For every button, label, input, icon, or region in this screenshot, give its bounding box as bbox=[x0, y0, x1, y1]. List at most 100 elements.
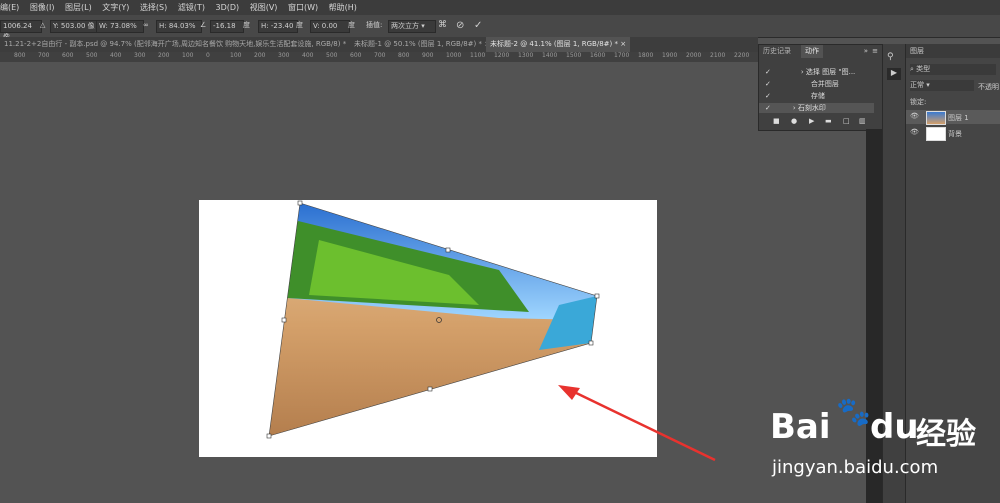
vskew-unit: 度 bbox=[348, 21, 355, 29]
ruler-label: 500 bbox=[326, 52, 338, 59]
h-skew-field[interactable]: H: -23.40 bbox=[258, 20, 298, 33]
ruler-label: 800 bbox=[398, 52, 410, 59]
ruler-label: 1400 bbox=[542, 52, 558, 59]
actions-panel: 历史记录 动作 » ≡ ✓ › 选择 图层 "图... ✓ 合并图层 ✓ 存储 ✓ › … bbox=[758, 44, 883, 131]
ruler-label: 1500 bbox=[566, 52, 582, 59]
ruler-label: 200 bbox=[158, 52, 170, 59]
tab-layers[interactable]: 图层 bbox=[906, 44, 1000, 58]
menu-window[interactable]: 窗口(W) bbox=[288, 3, 318, 12]
ruler-label: 100 bbox=[230, 52, 242, 59]
menu-edit[interactable]: 编(E) bbox=[0, 3, 19, 12]
ruler-label: 2100 bbox=[710, 52, 726, 59]
play-icon[interactable]: ▶ bbox=[809, 117, 814, 125]
ruler-label: 0 bbox=[206, 52, 210, 59]
interp-label: 插值: bbox=[366, 21, 383, 29]
lock-label: 锁定: bbox=[910, 98, 927, 106]
document-tabs: 11.21-2+2自由行 - 副本.psd @ 94.7% (配邻海开广场,周边… bbox=[0, 37, 758, 52]
search-icon: ⌕ bbox=[910, 65, 914, 73]
ruler-label: 500 bbox=[86, 52, 98, 59]
tab-actions[interactable]: 动作 bbox=[801, 45, 823, 58]
angle-unit: 度 bbox=[243, 21, 250, 29]
action-row[interactable]: ✓ › 石刻水印 bbox=[759, 103, 874, 113]
action-row[interactable]: ✓ › 选择 图层 "图... bbox=[759, 67, 874, 77]
action-row[interactable]: ✓ 存储 bbox=[759, 91, 874, 101]
actions-toolbar: ■ ● ▶ ▬ □ ▥ bbox=[759, 117, 882, 129]
layer-thumbnail bbox=[926, 111, 946, 125]
commit-icon[interactable]: ✓ bbox=[474, 20, 482, 31]
delta-icon[interactable]: △ bbox=[40, 20, 45, 31]
ruler-label: 1100 bbox=[470, 52, 486, 59]
x-field[interactable]: 1006.24 像 bbox=[0, 20, 42, 41]
opacity-label: 不透明 bbox=[978, 83, 999, 91]
blend-label: 正常 bbox=[910, 81, 924, 89]
interpolation-select[interactable]: 两次立方 ▾ bbox=[388, 20, 436, 33]
ruler-label: 1800 bbox=[638, 52, 654, 59]
close-icon[interactable]: × bbox=[620, 40, 626, 48]
tab-doc-1[interactable]: 11.21-2+2自由行 - 副本.psd @ 94.7% (配邻海开广场,周边… bbox=[0, 37, 348, 52]
menu-type[interactable]: 文字(Y) bbox=[102, 3, 129, 12]
ruler-label: 1300 bbox=[518, 52, 534, 59]
trash-icon[interactable]: ▥ bbox=[859, 117, 866, 125]
ruler-label: 100 bbox=[182, 52, 194, 59]
record-icon[interactable]: ● bbox=[791, 117, 797, 125]
action-label: 选择 图层 "图... bbox=[805, 68, 856, 76]
stop-icon[interactable]: ■ bbox=[773, 117, 780, 125]
menu-help[interactable]: 帮助(H) bbox=[329, 3, 357, 12]
width-field[interactable]: W: 73.08% bbox=[96, 20, 144, 33]
angle-field[interactable]: -16.18 bbox=[210, 20, 244, 33]
layer-row[interactable]: 👁 背景 bbox=[906, 126, 1000, 141]
menu-3d[interactable]: 3D(D) bbox=[216, 3, 240, 12]
layer-name: 背景 bbox=[948, 130, 962, 138]
ruler-label: 600 bbox=[350, 52, 362, 59]
action-row[interactable]: ✓ 合并图层 bbox=[759, 79, 874, 89]
panel-menu-icon[interactable]: ≡ bbox=[872, 47, 878, 55]
angle-icon: ∠ bbox=[200, 21, 207, 29]
tab-label: 未标题-2 @ 41.1% (图层 1, RGB/8#) * bbox=[490, 40, 618, 48]
hskew-unit: 度 bbox=[296, 21, 303, 29]
watermark-url: jingyan.baidu.com bbox=[772, 457, 939, 478]
eye-icon[interactable]: 👁 bbox=[910, 112, 919, 120]
eye-icon[interactable]: 👁 bbox=[910, 128, 919, 136]
ruler-label: 1000 bbox=[446, 52, 462, 59]
height-field[interactable]: H: 84.03% bbox=[156, 20, 202, 33]
folder-icon[interactable]: ▬ bbox=[825, 117, 832, 125]
ruler-label: 400 bbox=[302, 52, 314, 59]
tab-label: 11.21-2+2自由行 - 副本.psd @ 94.7% (配邻海开广场,周边… bbox=[4, 40, 347, 48]
y-field[interactable]: Y: 503.00 像 bbox=[50, 20, 98, 33]
ruler-label: 1700 bbox=[614, 52, 630, 59]
layer-name: 图层 1 bbox=[948, 114, 969, 122]
menu-image[interactable]: 图像(I) bbox=[30, 3, 55, 12]
menu-view[interactable]: 视图(V) bbox=[250, 3, 278, 12]
watermark-bai: Bai bbox=[770, 407, 831, 447]
tab-doc-3[interactable]: 未标题-2 @ 41.1% (图层 1, RGB/8#) * × bbox=[486, 37, 631, 52]
tab-doc-2[interactable]: 未标题-1 @ 50.1% (图层 1, RGB/8#) * × bbox=[350, 37, 494, 52]
ruler-label: 1900 bbox=[662, 52, 678, 59]
tab-history[interactable]: 历史记录 bbox=[759, 45, 795, 58]
ruler-label: 300 bbox=[278, 52, 290, 59]
layer-row[interactable]: 👁 图层 1 bbox=[906, 110, 1000, 125]
ruler-label: 2200 bbox=[734, 52, 750, 59]
filter-type-label: 类型 bbox=[916, 65, 931, 73]
v-skew-field[interactable]: V: 0.00 bbox=[310, 20, 350, 33]
layer-filter[interactable]: ⌕ 类型 bbox=[910, 64, 996, 75]
action-label: 合并图层 bbox=[810, 80, 839, 88]
cancel-icon[interactable]: ⊘ bbox=[456, 20, 464, 31]
collapse-icon[interactable]: » bbox=[864, 47, 868, 55]
ruler-label: 1600 bbox=[590, 52, 606, 59]
ruler-label: 2000 bbox=[686, 52, 702, 59]
ruler-label: 700 bbox=[374, 52, 386, 59]
menu-select[interactable]: 选择(S) bbox=[140, 3, 167, 12]
action-label: 石刻水印 bbox=[797, 104, 826, 112]
ruler-label: 900 bbox=[422, 52, 434, 59]
new-action-icon[interactable]: □ bbox=[843, 117, 850, 125]
watermark-jingyan: 经验 bbox=[916, 417, 976, 452]
warp-icon[interactable]: ⌘ bbox=[438, 20, 447, 31]
menu-layer[interactable]: 图层(L) bbox=[65, 3, 92, 12]
menu-filter[interactable]: 滤镜(T) bbox=[178, 3, 205, 12]
action-label: 存储 bbox=[810, 92, 825, 100]
actions-play-icon[interactable]: ▶ bbox=[887, 68, 901, 80]
link-icon[interactable]: ∞ bbox=[143, 20, 149, 31]
layer-thumbnail bbox=[926, 127, 946, 141]
history-icon[interactable]: ⚲ bbox=[887, 52, 894, 62]
blend-mode-select[interactable]: 正常 ▾ bbox=[910, 80, 974, 91]
